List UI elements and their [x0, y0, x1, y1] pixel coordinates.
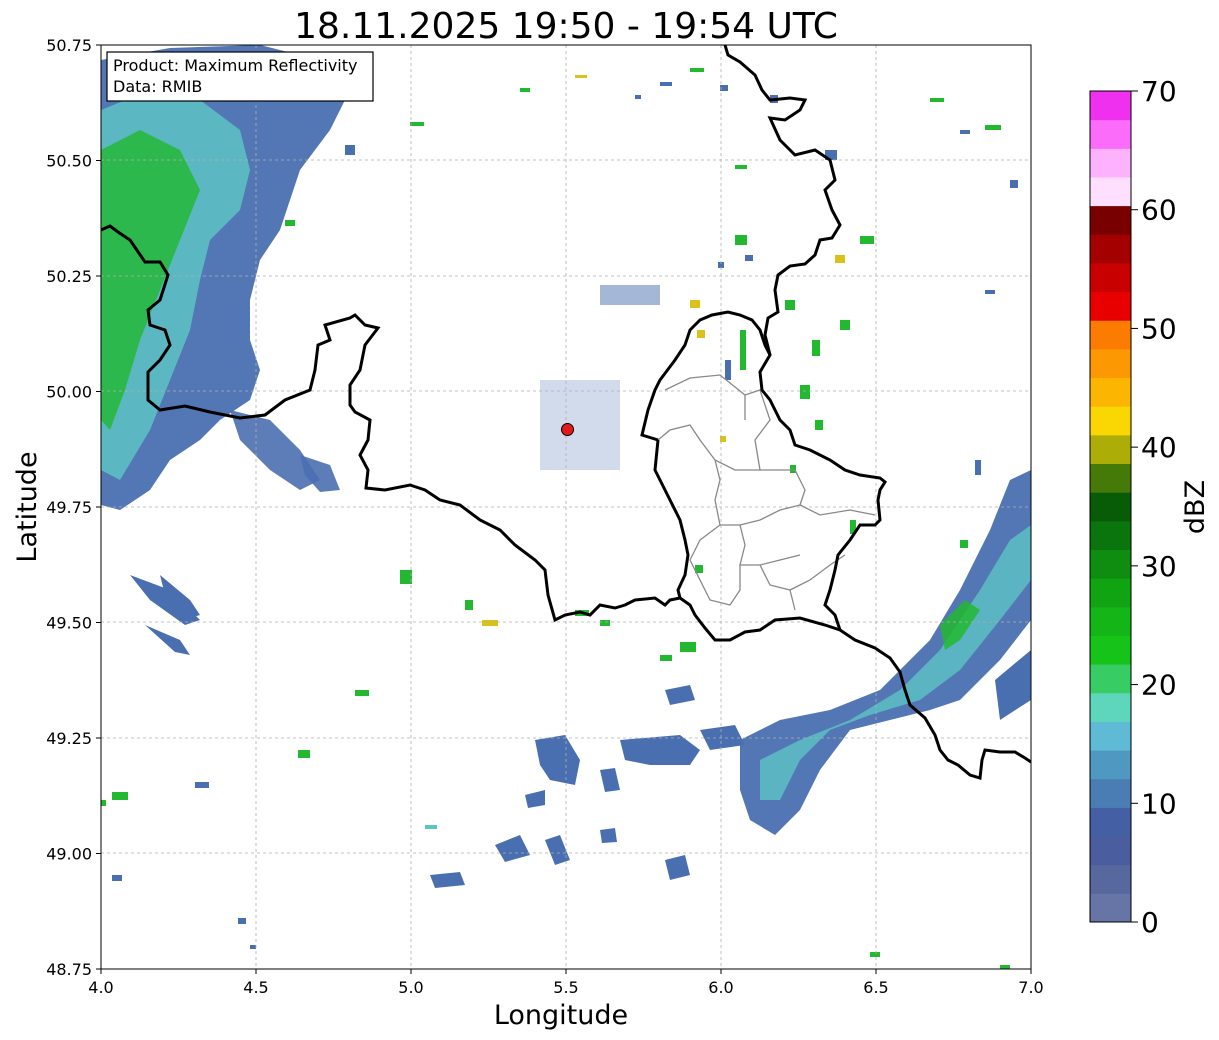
colorbar-segment — [1090, 291, 1131, 321]
colorbar-segment — [1090, 348, 1131, 379]
x-axis-label: Longitude — [494, 1000, 628, 1031]
y-tick-label: 49.75 — [46, 498, 92, 517]
colorbar-ticks: 0 10 20 30 40 50 60 70 — [1131, 75, 1177, 939]
x-tick-label: 4.0 — [88, 978, 113, 997]
x-axis-ticks: 4.0 4.5 5.0 5.5 6.0 6.5 7.0 — [88, 969, 1044, 997]
data-source-label: Data: RMIB — [113, 77, 202, 96]
colorbar-segment — [1090, 778, 1131, 808]
colorbar-segment — [1090, 119, 1131, 149]
y-tick-label: 50.50 — [46, 152, 92, 171]
radar-map-figure: 18.11.2025 19:50 - 19:54 UTC Product: Ma… — [12, 6, 1211, 1031]
colorbar-label: dBZ — [1180, 480, 1211, 534]
colorbar-segment — [1090, 721, 1131, 751]
colorbar-tick-label: 60 — [1141, 194, 1177, 227]
colorbar-segment — [1090, 434, 1131, 465]
colorbar-tick-label: 70 — [1141, 75, 1177, 108]
x-tick-label: 6.0 — [708, 978, 733, 997]
colorbar-segment — [1090, 520, 1131, 550]
colorbar-segment — [1090, 578, 1131, 608]
echo-patch-south-11 — [600, 828, 617, 843]
colorbar-segment — [1090, 148, 1131, 178]
product-label: Product: Maximum Reflectivity — [113, 56, 357, 75]
colorbar-segment — [1090, 864, 1131, 894]
colorbar-segment — [1090, 463, 1131, 493]
colorbar-segments — [1090, 91, 1131, 923]
colorbar-segment — [1090, 205, 1131, 235]
colorbar-segment — [1090, 635, 1131, 665]
colorbar-segment — [1090, 91, 1131, 121]
y-tick-label: 50.25 — [46, 267, 92, 286]
y-tick-label: 50.75 — [46, 36, 92, 55]
map-title: 18.11.2025 19:50 - 19:54 UTC — [294, 6, 838, 47]
colorbar-segment — [1090, 664, 1131, 694]
x-tick-label: 6.5 — [863, 978, 888, 997]
colorbar-segment — [1090, 176, 1131, 207]
x-tick-label: 7.0 — [1018, 978, 1043, 997]
info-box: Product: Maximum Reflectivity Data: RMIB — [106, 51, 374, 102]
y-tick-label: 48.75 — [46, 960, 92, 979]
x-tick-label: 5.5 — [553, 978, 578, 997]
colorbar-segment — [1090, 262, 1131, 293]
colorbar-tick-label: 40 — [1141, 431, 1177, 464]
radar-site-marker — [561, 423, 574, 436]
colorbar-tick-label: 30 — [1141, 550, 1177, 583]
colorbar-segment — [1090, 807, 1131, 837]
y-axis-ticks: 48.75 49.00 49.25 49.50 49.75 50.00 50.25 50.50… — [46, 36, 101, 979]
colorbar-segment — [1090, 606, 1131, 636]
colorbar-segment — [1090, 893, 1131, 923]
colorbar-segment — [1090, 750, 1131, 780]
colorbar-segment — [1090, 377, 1131, 407]
colorbar-tick-label: 0 — [1141, 906, 1159, 939]
map-plot-area — [100, 44, 1032, 970]
colorbar-tick-label: 50 — [1141, 312, 1177, 345]
colorbar-tick-label: 10 — [1141, 787, 1177, 820]
y-tick-label: 49.25 — [46, 729, 92, 748]
colorbar-segment — [1090, 549, 1131, 579]
colorbar-segment — [1090, 320, 1131, 350]
y-tick-label: 49.00 — [46, 845, 92, 864]
colorbar-segment — [1090, 406, 1131, 436]
x-tick-label: 4.5 — [243, 978, 268, 997]
colorbar-segment — [1090, 836, 1131, 866]
colorbar-segment — [1090, 234, 1131, 264]
y-axis-label: Latitude — [12, 451, 43, 562]
colorbar-segment — [1090, 692, 1131, 722]
y-tick-label: 50.00 — [46, 383, 92, 402]
colorbar: 0 10 20 30 40 50 60 70 dBZ — [1089, 75, 1211, 939]
colorbar-tick-label: 20 — [1141, 669, 1177, 702]
colorbar-segment — [1090, 492, 1131, 522]
x-tick-label: 5.0 — [398, 978, 423, 997]
y-tick-label: 49.50 — [46, 614, 92, 633]
